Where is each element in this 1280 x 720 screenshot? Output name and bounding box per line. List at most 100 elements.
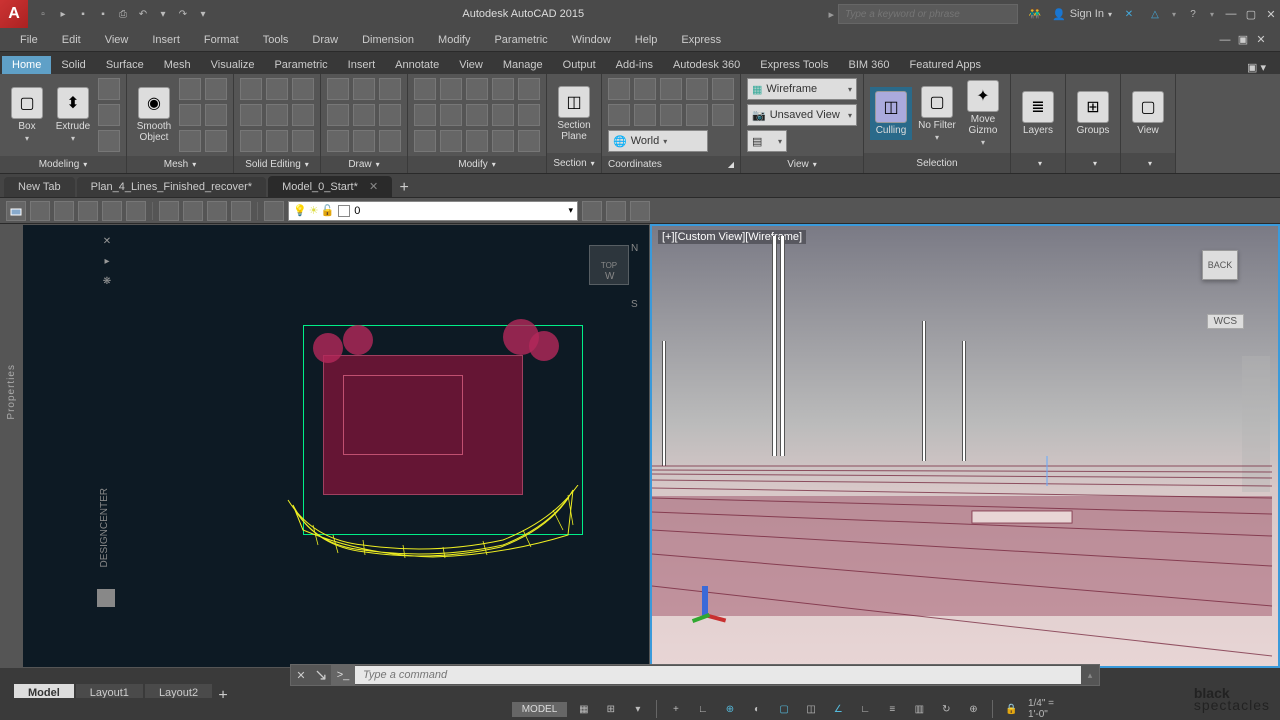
menu-dimension[interactable]: Dimension xyxy=(352,30,424,50)
undo-icon[interactable]: ↶ xyxy=(134,5,152,23)
panel-title-view[interactable]: View▾ xyxy=(741,156,863,173)
polygon-icon[interactable] xyxy=(327,130,349,152)
ribbon-tab-parametric[interactable]: Parametric xyxy=(264,56,337,74)
nav-pan-icon[interactable] xyxy=(1244,386,1268,410)
mirror-icon[interactable] xyxy=(414,104,436,126)
box-button[interactable]: ▢Box▾ xyxy=(6,85,48,145)
doc-minimize-icon[interactable]: — xyxy=(1216,32,1234,48)
infer-icon[interactable]: ▾ xyxy=(627,700,648,718)
minimize-icon[interactable]: — xyxy=(1222,6,1240,22)
menu-window[interactable]: Window xyxy=(562,30,621,50)
trim-icon[interactable] xyxy=(466,78,488,100)
mesh-more-icon[interactable] xyxy=(179,78,201,100)
ribbon-tab-manage[interactable]: Manage xyxy=(493,56,553,74)
layer-manager-icon[interactable] xyxy=(264,201,284,221)
iso-icon[interactable]: ◐ xyxy=(747,700,768,718)
move-icon[interactable] xyxy=(414,78,436,100)
menu-help[interactable]: Help xyxy=(625,30,668,50)
ribbon-tab-mesh[interactable]: Mesh xyxy=(154,56,201,74)
panel-title-modify[interactable]: Modify▾ xyxy=(408,156,546,173)
3dosnap-icon[interactable]: ◫ xyxy=(801,700,822,718)
intersect-icon[interactable] xyxy=(292,78,314,100)
viewcube-right[interactable]: BACK xyxy=(1202,250,1238,280)
panel-title-section[interactable]: Section▾ xyxy=(547,153,601,173)
mesh-split-icon[interactable] xyxy=(205,130,227,152)
mesh-refine-icon[interactable] xyxy=(179,104,201,126)
nofilter-button[interactable]: ▢No Filter▾ xyxy=(916,84,958,144)
menu-edit[interactable]: Edit xyxy=(52,30,91,50)
grid-icon[interactable]: ▦ xyxy=(573,700,594,718)
extrudef-icon[interactable] xyxy=(240,104,262,126)
ucs-7-icon[interactable] xyxy=(634,104,656,126)
menu-file[interactable]: File xyxy=(10,30,48,50)
save-icon[interactable]: ▪ xyxy=(74,5,92,23)
menu-tools[interactable]: Tools xyxy=(253,30,299,50)
command-input[interactable] xyxy=(355,666,1081,684)
layeriso-4-icon[interactable] xyxy=(78,201,98,221)
app-logo[interactable]: A xyxy=(0,0,28,28)
polar-icon[interactable]: ⊕ xyxy=(719,700,740,718)
menu-format[interactable]: Format xyxy=(194,30,249,50)
annoscale-icon[interactable]: 🔒 xyxy=(1001,700,1022,718)
designcenter-label[interactable]: DESIGNCENTER xyxy=(99,488,110,567)
close-icon[interactable]: ✕ xyxy=(1262,6,1280,22)
mesh-crease-icon[interactable] xyxy=(205,104,227,126)
viewport-top[interactable]: ✕ ▸ ❋ DESIGNCENTER NESW TOP xyxy=(22,224,650,668)
helix-icon[interactable] xyxy=(379,130,401,152)
wcs-label[interactable]: WCS xyxy=(1207,314,1244,329)
ribbon-collapse-icon[interactable]: ▣ ▾ xyxy=(1235,61,1278,74)
panel-title-mesh[interactable]: Mesh▾ xyxy=(127,156,233,173)
menu-express[interactable]: Express xyxy=(671,30,731,50)
ucs-10-icon[interactable] xyxy=(712,104,734,126)
ribbon-tab-insert[interactable]: Insert xyxy=(338,56,386,74)
cmd-close-icon[interactable]: ✕ xyxy=(291,669,311,682)
groups-button[interactable]: ⊞Groups xyxy=(1072,89,1114,138)
ribbon-tab-view[interactable]: View xyxy=(449,56,493,74)
layer-dropdown[interactable]: 💡 ☀ 🔓 0 ▾ xyxy=(288,201,578,221)
gizmo-button[interactable]: ✦Move Gizmo▾ xyxy=(962,78,1004,149)
ucs-4-icon[interactable] xyxy=(686,78,708,100)
ucs-3-icon[interactable] xyxy=(660,78,682,100)
menu-draw[interactable]: Draw xyxy=(302,30,348,50)
circle-icon[interactable] xyxy=(327,104,349,126)
separate-icon[interactable] xyxy=(266,130,288,152)
rotate-icon[interactable] xyxy=(440,78,462,100)
help-icon[interactable]: ? xyxy=(1184,5,1202,23)
spline-icon[interactable] xyxy=(353,130,375,152)
loft-icon[interactable] xyxy=(98,104,120,126)
ribbon-tab-express[interactable]: Express Tools xyxy=(750,56,838,74)
offsetf-icon[interactable] xyxy=(292,104,314,126)
panel-title-modeling[interactable]: Modeling▾ xyxy=(0,156,126,173)
layeriso-5-icon[interactable] xyxy=(102,201,122,221)
otrack-icon[interactable]: ∠ xyxy=(828,700,849,718)
infocenter-icon[interactable]: 👬 xyxy=(1026,5,1044,23)
panel-title-groups[interactable]: ▾ xyxy=(1066,153,1120,173)
ucs-8-icon[interactable] xyxy=(660,104,682,126)
mesh-uncrease-icon[interactable] xyxy=(179,130,201,152)
menu-parametric[interactable]: Parametric xyxy=(484,30,557,50)
ortho-icon[interactable]: ∟ xyxy=(692,700,713,718)
new-icon[interactable]: ▫ xyxy=(34,5,52,23)
file-tab-plan[interactable]: Plan_4_Lines_Finished_recover* xyxy=(77,177,266,197)
stretch-icon[interactable] xyxy=(492,104,514,126)
redo-icon[interactable]: ↷ xyxy=(174,5,192,23)
saveas-icon[interactable]: ▪ xyxy=(94,5,112,23)
join-icon[interactable] xyxy=(492,130,514,152)
menu-insert[interactable]: Insert xyxy=(142,30,190,50)
ribbon-tab-addins[interactable]: Add-ins xyxy=(606,56,663,74)
exchange-icon[interactable]: ✕ xyxy=(1120,5,1138,23)
arc-icon[interactable] xyxy=(379,78,401,100)
palette-menu-icon[interactable]: ❋ xyxy=(99,273,115,289)
palette-pin-icon[interactable]: ▸ xyxy=(99,253,115,269)
offset-icon[interactable] xyxy=(440,130,462,152)
designcenter-icon[interactable] xyxy=(97,589,115,607)
file-tab-add-icon[interactable]: + xyxy=(394,179,414,197)
ribbon-tab-a360[interactable]: Autodesk 360 xyxy=(663,56,750,74)
layer-make-icon[interactable] xyxy=(582,201,602,221)
maximize-icon[interactable]: ▢ xyxy=(1242,6,1260,22)
rect-icon[interactable] xyxy=(353,104,375,126)
union-icon[interactable] xyxy=(240,78,262,100)
annomon-icon[interactable]: ⊕ xyxy=(963,700,984,718)
dynamic-input-icon[interactable]: + xyxy=(665,700,686,718)
break-icon[interactable] xyxy=(518,130,540,152)
